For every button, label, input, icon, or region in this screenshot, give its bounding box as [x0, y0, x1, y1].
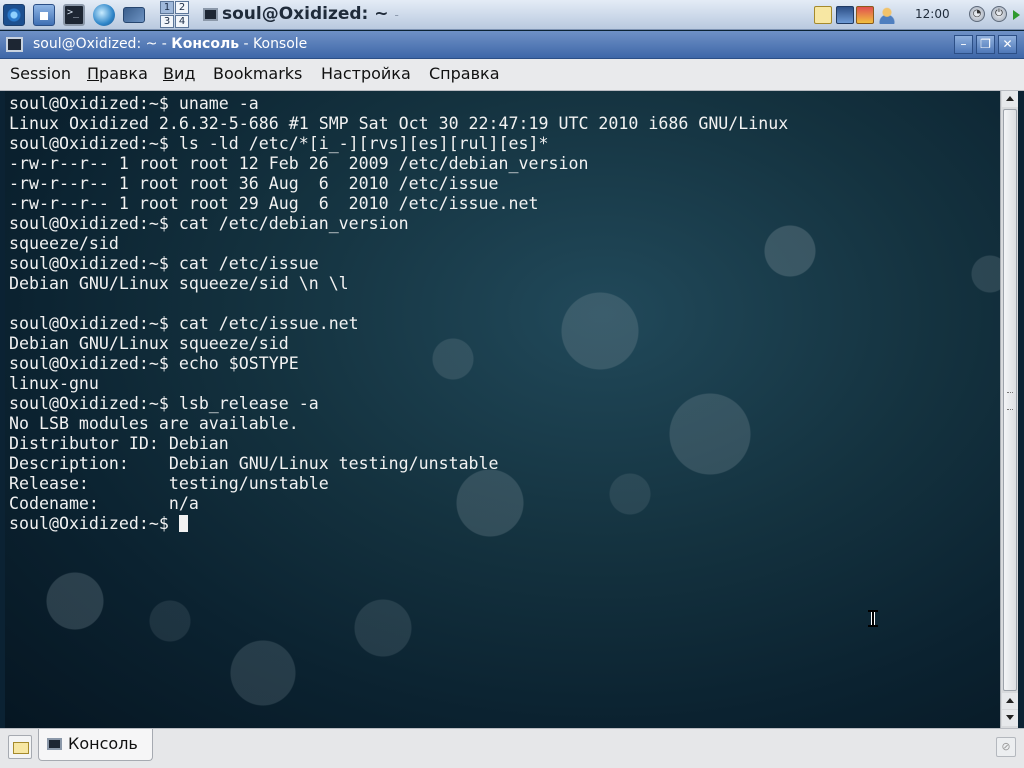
menu-bookmarks[interactable]: Bookmarks [213, 64, 302, 83]
new-tab-button[interactable] [8, 735, 32, 759]
pager-desktop-3[interactable]: 3 [160, 15, 174, 28]
panel-arrow-icon[interactable] [1013, 10, 1020, 20]
taskbar-window-title: soul@Oxidized: ~ [222, 4, 389, 24]
menu-edit-mnemonic: П [87, 64, 100, 83]
display-settings-icon[interactable] [836, 6, 854, 24]
konsole-window: soul@Oxidized: ~ - Консоль - Konsole – ❐… [0, 31, 1024, 768]
menu-bar: Session Правка Вид Bookmarks Настройка С… [0, 59, 1024, 91]
terminal-line: Debian GNU/Linux squeeze/sid [9, 334, 289, 353]
terminal-line: Release: testing/unstable [9, 474, 329, 493]
lock-screen-icon[interactable]: ◔ [969, 6, 985, 22]
scroll-up-secondary-button[interactable] [1002, 693, 1018, 709]
desktop-pager: 1 2 3 4 [160, 1, 190, 29]
window-title: soul@Oxidized: ~ - Консоль - Konsole [33, 36, 307, 52]
terminal-line: soul@Oxidized:~$ uname -a [9, 94, 259, 113]
clock[interactable]: 12:00 [915, 7, 950, 21]
taskbar-title-dash: - [394, 8, 399, 22]
mail-client-icon[interactable] [123, 7, 145, 23]
pager-desktop-1[interactable]: 1 [160, 1, 174, 14]
system-tray [808, 4, 908, 26]
terminal-line: soul@Oxidized:~$ ls -ld /etc/*[i_-][rvs]… [9, 134, 549, 153]
clipboard-icon[interactable] [814, 6, 832, 24]
minimize-button[interactable]: – [954, 35, 973, 54]
tab-bar: Консоль ⊘ [0, 728, 1024, 768]
terminal-line: squeeze/sid [9, 234, 119, 253]
menu-settings[interactable]: Настройка [321, 64, 411, 83]
konsole-window-icon[interactable] [6, 37, 23, 52]
terminal-line: soul@Oxidized:~$ cat /etc/issue.net [9, 314, 359, 333]
terminal-line: -rw-r--r-- 1 root root 36 Aug 6 2010 /et… [9, 174, 499, 193]
home-folder-icon[interactable] [33, 4, 55, 26]
window-title-prefix: soul@Oxidized: ~ - [33, 36, 172, 52]
terminal-line: Linux Oxidized 2.6.32-5-686 #1 SMP Sat O… [9, 114, 789, 133]
pager-desktop-4[interactable]: 4 [175, 15, 189, 28]
terminal-output: soul@Oxidized:~$ uname -a Linux Oxidized… [9, 94, 788, 534]
terminal-line: -rw-r--r-- 1 root root 12 Feb 26 2009 /e… [9, 154, 589, 173]
menu-edit[interactable]: Правка [87, 64, 148, 83]
terminal-line: Description: Debian GNU/Linux testing/un… [9, 454, 499, 473]
terminal-line: soul@Oxidized:~$ cat /etc/debian_version [9, 214, 409, 233]
close-tab-button[interactable]: ⊘ [996, 737, 1016, 757]
menu-session[interactable]: Session [10, 64, 71, 83]
terminal-area[interactable]: soul@Oxidized:~$ uname -a Linux Oxidized… [5, 91, 1000, 728]
menu-view-mnemonic: В [163, 64, 174, 83]
vertical-scrollbar[interactable] [1000, 91, 1018, 728]
scroll-down-button[interactable] [1002, 710, 1018, 726]
pager-desktop-2[interactable]: 2 [175, 1, 189, 14]
terminal-launcher-icon[interactable] [63, 4, 85, 26]
menu-help[interactable]: Справка [429, 64, 500, 83]
top-panel: 1 2 3 4 soul@Oxidized: ~ - 12:00 ◔ ⏻ [0, 0, 1024, 30]
window-title-bold: Консоль [171, 36, 240, 52]
terminal-line: soul@Oxidized:~$ lsb_release -a [9, 394, 319, 413]
terminal-line: soul@Oxidized:~$ cat /etc/issue [9, 254, 319, 273]
ibeam-mouse-cursor-icon [868, 610, 878, 627]
tab-label: Консоль [68, 734, 138, 753]
terminal-prompt-line[interactable]: soul@Oxidized:~$ [9, 514, 788, 534]
menu-view-label: ид [173, 64, 196, 83]
tab-terminal-icon [47, 738, 62, 750]
terminal-line: No LSB modules are available. [9, 414, 299, 433]
title-bar[interactable]: soul@Oxidized: ~ - Консоль - Konsole – ❐… [0, 31, 1024, 59]
menu-view[interactable]: Вид [163, 64, 195, 83]
terminal-line: linux-gnu [9, 374, 99, 393]
shutdown-icon[interactable]: ⏻ [991, 6, 1007, 22]
menu-bookmarks-label: Bookmarks [213, 64, 303, 83]
tab-konsole[interactable]: Консоль [38, 729, 153, 761]
menu-help-label: Справка [429, 64, 500, 83]
network-icon[interactable] [856, 6, 874, 24]
terminal-line: Debian GNU/Linux squeeze/sid \n \l [9, 274, 349, 293]
scroll-up-button[interactable] [1002, 91, 1018, 107]
terminal-line: soul@Oxidized:~$ echo $OSTYPE [9, 354, 299, 373]
users-icon[interactable] [878, 6, 896, 24]
maximize-button[interactable]: ❐ [976, 35, 995, 54]
terminal-line: Distributor ID: Debian [9, 434, 229, 453]
taskbar-terminal-icon [203, 8, 218, 21]
terminal-line: Codename: n/a [9, 494, 199, 513]
menu-edit-label: равка [99, 64, 148, 83]
terminal-prompt: soul@Oxidized:~$ [9, 514, 179, 533]
window-title-suffix: - Konsole [239, 36, 308, 52]
application-launcher-icon[interactable] [3, 4, 25, 26]
close-button[interactable]: ✕ [998, 35, 1017, 54]
terminal-line: -rw-r--r-- 1 root root 29 Aug 6 2010 /et… [9, 194, 539, 213]
web-browser-icon[interactable] [93, 4, 115, 26]
menu-settings-label: Настройка [321, 64, 411, 83]
taskbar-window-button[interactable]: soul@Oxidized: ~ - [222, 4, 399, 24]
scroll-thumb[interactable] [1003, 109, 1017, 691]
scroll-grip-icon [1007, 392, 1013, 410]
menu-session-label: Session [10, 64, 72, 83]
text-cursor [178, 515, 188, 532]
